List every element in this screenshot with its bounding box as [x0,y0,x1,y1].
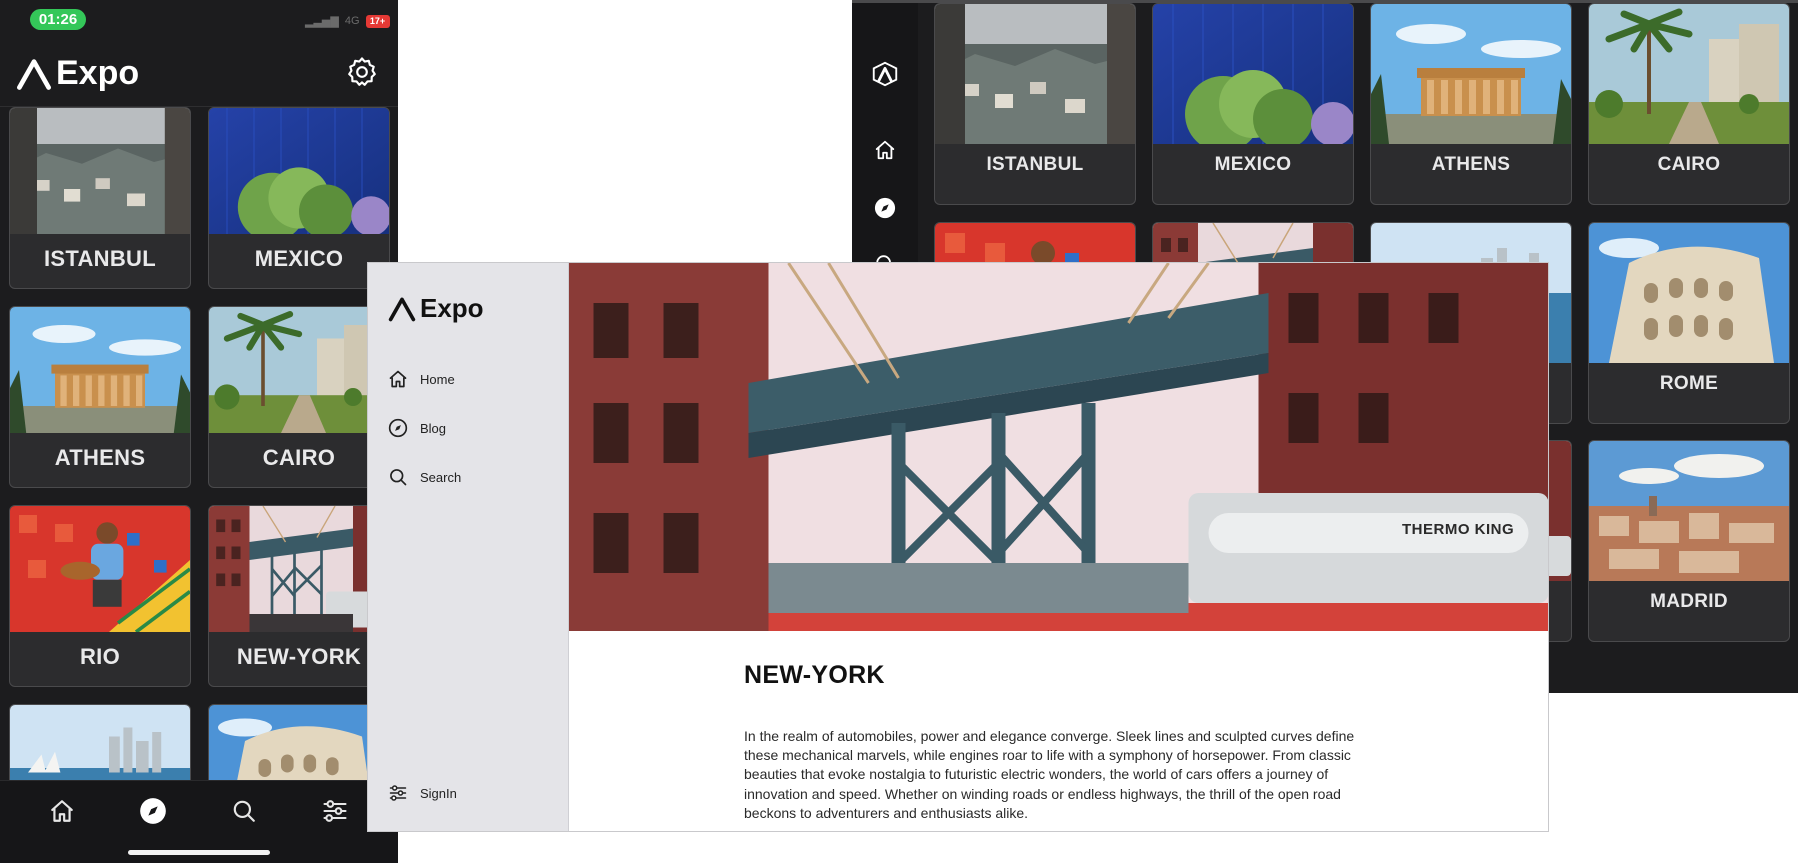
app-logo[interactable]: Expo [16,54,139,93]
city-name: ISTANBUL [986,154,1084,175]
desktop-mockup: Expo Home Blog Search SignIn THERMO KING… [367,262,1549,832]
sidebar: Expo Home Blog Search SignIn [368,263,569,831]
city-photo [10,506,190,632]
tab-settings[interactable] [315,791,355,831]
city-name: MEXICO [1214,154,1292,175]
signal-icon: ▂▃▅▇ [305,15,339,28]
hero-image: THERMO KING [569,263,1548,631]
tab-search[interactable] [224,791,264,831]
sidebar-item-label: Blog [420,420,447,436]
city-name: NEW-YORK [236,644,362,669]
expo-logo-icon [16,58,52,90]
sidebar-item-blog[interactable]: Blog [388,418,446,438]
city-card-athens[interactable]: ATHENS [1370,3,1572,205]
app-header: Expo [0,40,398,107]
city-photo [1589,4,1789,144]
city-name: RIO [79,644,120,669]
city-name: MEXICO [254,246,344,271]
city-name: ATHENS [54,445,146,470]
signin-button[interactable]: SignIn [388,783,457,803]
phone-mockup: 01:26 ▂▃▅▇ 4G 17+ Expo ISTANBUL MEXICO A… [0,0,398,863]
network-label: 4G [344,15,360,27]
city-photo [935,4,1135,144]
gear-icon[interactable] [346,56,380,90]
city-name: ROME [1659,373,1719,394]
sidebar-item-label: Home [420,371,455,387]
search-icon [231,798,257,824]
city-photo [10,108,190,234]
city-name: CAIRO [262,445,336,470]
compass-icon [388,418,408,438]
city-card-mexico[interactable]: MEXICO [1152,3,1354,205]
compass-icon[interactable] [870,193,900,223]
status-indicators: ▂▃▅▇ 4G 17+ [305,12,390,30]
city-card-rome[interactable]: ROME [1588,222,1790,424]
article-body: In the realm of automobiles, power and e… [744,728,1355,821]
sidebar-item-label: Search [420,469,462,485]
home-icon [49,798,75,824]
hero-sign-text: THERMO KING [1402,521,1515,538]
sliders-icon [388,783,408,803]
search-icon [388,467,408,487]
city-photo [209,108,389,234]
city-name: CAIRO [1657,154,1721,175]
app-logo-text: Expo [420,293,484,323]
city-card-cairo[interactable]: CAIRO [208,306,390,488]
city-card-istanbul[interactable]: ISTANBUL [9,107,191,289]
signin-label: SignIn [420,785,457,801]
city-card-cairo[interactable]: CAIRO [1588,3,1790,205]
city-name: ISTANBUL [44,246,156,271]
battery-icon: 17+ [365,14,390,28]
city-card-rio[interactable]: RIO [9,505,191,687]
expo-logo-icon [388,296,416,322]
compass-icon [139,797,167,825]
tab-explore[interactable] [133,791,173,831]
city-name: ATHENS [1431,154,1511,175]
sidebar-item-home[interactable]: Home [388,369,455,389]
city-photo [1589,441,1789,581]
city-card-mexico[interactable]: MEXICO [208,107,390,289]
city-name: MADRID [1650,591,1728,612]
tab-home[interactable] [42,791,82,831]
city-card-new-york[interactable]: NEW-YORK [208,505,390,687]
city-card-athens[interactable]: ATHENS [9,306,191,488]
sidebar-item-search[interactable]: Search [388,467,461,487]
sliders-icon [321,797,349,825]
city-photo [1153,4,1353,144]
home-indicator [128,850,270,855]
home-icon[interactable] [870,135,900,165]
home-icon [388,369,408,389]
app-logo[interactable]: Expo [388,293,484,324]
city-photo [10,307,190,433]
status-time: 01:26 [30,9,86,30]
article-title: NEW-YORK [744,661,885,689]
city-photo [1371,4,1571,144]
city-photo [209,307,389,433]
app-logo-text: Expo [56,54,140,92]
city-card-madrid[interactable]: MADRID [1588,440,1790,642]
expo-logo-icon[interactable] [870,59,900,89]
city-photo [1589,223,1789,363]
city-photo [209,506,389,632]
city-card-istanbul[interactable]: ISTANBUL [934,3,1136,205]
status-bar: 01:26 ▂▃▅▇ 4G 17+ [0,0,398,40]
